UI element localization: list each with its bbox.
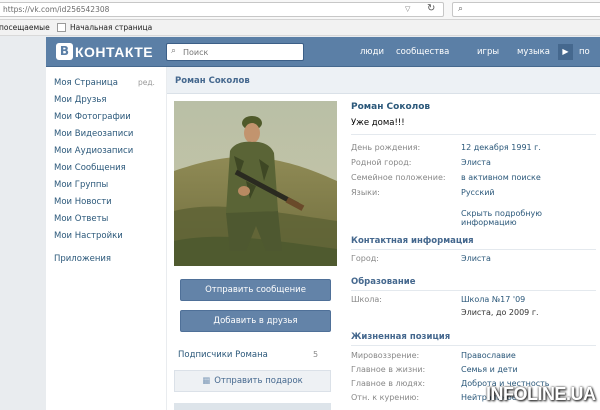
nav-people[interactable]: люди — [360, 47, 384, 57]
dropdown-arrow-icon[interactable]: ▽ — [405, 5, 410, 13]
page-title[interactable]: Роман Соколов — [175, 76, 250, 86]
hometown-value[interactable]: Элиста — [461, 158, 491, 167]
city-label: Город: — [351, 254, 379, 263]
sidebar-item-groups[interactable]: Мои Группы — [54, 180, 108, 190]
school-detail: Элиста, до 2009 г. — [461, 308, 539, 317]
browser-toolbar: https://vk.com/id256542308 ▽ ↻ ⌕ — [0, 0, 600, 20]
search-icon: ⌕ — [458, 4, 464, 14]
site-header: B КОНТАКТЕ ⌕ люди сообщества игры музыка… — [46, 37, 600, 67]
send-gift-label: Отправить подарок — [214, 376, 303, 386]
nav-help[interactable]: по — [579, 47, 590, 57]
search-icon: ⌕ — [171, 46, 177, 56]
divider — [351, 345, 596, 346]
languages-label: Языки: — [351, 188, 380, 197]
life-position-section-title: Жизненная позиция — [351, 332, 451, 342]
worldview-value[interactable]: Православие — [461, 351, 516, 360]
nav-music[interactable]: музыка — [517, 47, 550, 57]
school-label: Школа: — [351, 295, 382, 304]
sidebar-item-photos[interactable]: Мои Фотографии — [54, 112, 131, 122]
vk-logo-icon[interactable]: B — [56, 43, 73, 60]
send-gift-button[interactable]: ▦ Отправить подарок — [174, 370, 331, 392]
profile-name: Роман Соколов — [351, 102, 431, 112]
subscribers-link[interactable]: Подписчики Романа — [178, 350, 268, 360]
page-icon — [57, 23, 66, 32]
school-value[interactable]: Школа №17 '09 — [461, 295, 525, 304]
family-status-label: Семейное положение: — [351, 173, 446, 182]
main-in-life-label: Главное в жизни: — [351, 365, 426, 374]
profile-status[interactable]: Уже дома!!! — [351, 118, 405, 128]
browser-search-box[interactable]: ⌕ — [452, 2, 600, 17]
site-logo-text[interactable]: КОНТАКТЕ — [75, 44, 153, 60]
sidebar-item-messages[interactable]: Мои Сообщения — [54, 163, 126, 173]
add-friend-button[interactable]: Добавить в друзья — [180, 310, 331, 332]
sidebar-edit-link[interactable]: ред. — [138, 78, 155, 87]
sidebar-item-my-page[interactable]: Моя Страница — [54, 78, 118, 88]
bookmark-home[interactable]: Начальная страница — [70, 23, 152, 32]
sidebar-item-videos[interactable]: Мои Видеозаписи — [54, 129, 133, 139]
subscribers-count: 5 — [313, 350, 319, 359]
site-search[interactable]: ⌕ — [166, 43, 304, 61]
nav-communities[interactable]: сообщества — [396, 47, 449, 57]
sidebar-item-audio[interactable]: Мои Аудиозаписи — [54, 146, 133, 156]
left-sidebar: Моя Страница ред. Мои Друзья Мои Фотогра… — [46, 67, 166, 410]
contacts-section-title: Контактная информация — [351, 236, 474, 246]
family-status-value[interactable]: в активном поиске — [461, 173, 541, 182]
reload-icon[interactable]: ↻ — [427, 3, 435, 14]
site-search-input[interactable] — [183, 46, 301, 59]
sidebar-item-news[interactable]: Мои Новости — [54, 197, 112, 207]
profile-photo[interactable] — [174, 101, 337, 266]
education-section-title: Образование — [351, 277, 416, 287]
worldview-label: Мировоззрение: — [351, 351, 420, 360]
hide-details-link[interactable]: Скрыть подробную информацию — [461, 209, 600, 227]
page-header: Роман Соколов — [167, 67, 600, 94]
play-arrow-icon[interactable]: ▶ — [558, 44, 573, 60]
bookmarks-bar: посещаемые Начальная страница — [0, 20, 600, 36]
divider — [351, 249, 596, 250]
profile-photo-image — [174, 101, 337, 266]
site-watermark: INFOLINE.UA — [486, 384, 596, 404]
section-bar — [174, 403, 331, 410]
sidebar-item-answers[interactable]: Мои Ответы — [54, 214, 108, 224]
main-in-life-value[interactable]: Семья и дети — [461, 365, 518, 374]
send-message-button[interactable]: Отправить сообщение — [180, 279, 331, 301]
address-bar-url[interactable]: https://vk.com/id256542308 — [3, 5, 109, 14]
bookmark-frequent[interactable]: посещаемые — [0, 23, 50, 32]
main-in-people-label: Главное в людях: — [351, 379, 426, 388]
address-bar[interactable]: https://vk.com/id256542308 ▽ ↻ — [0, 2, 444, 17]
languages-value[interactable]: Русский — [461, 188, 495, 197]
sidebar-item-friends[interactable]: Мои Друзья — [54, 95, 106, 105]
birthday-label: День рождения: — [351, 143, 421, 152]
city-value[interactable]: Элиста — [461, 254, 491, 263]
birthday-value[interactable]: 12 декабря 1991 г. — [461, 143, 541, 152]
divider — [351, 290, 596, 291]
nav-games[interactable]: игры — [477, 47, 499, 57]
sidebar-item-apps[interactable]: Приложения — [54, 254, 111, 264]
smoking-label: Отн. к курению: — [351, 393, 420, 402]
gift-icon: ▦ — [202, 376, 211, 386]
divider — [351, 134, 596, 135]
sidebar-item-settings[interactable]: Мои Настройки — [54, 231, 123, 241]
profile-page: Роман Соколов Отправить сообщение Добави… — [167, 67, 600, 410]
hometown-label: Родной город: — [351, 158, 412, 167]
